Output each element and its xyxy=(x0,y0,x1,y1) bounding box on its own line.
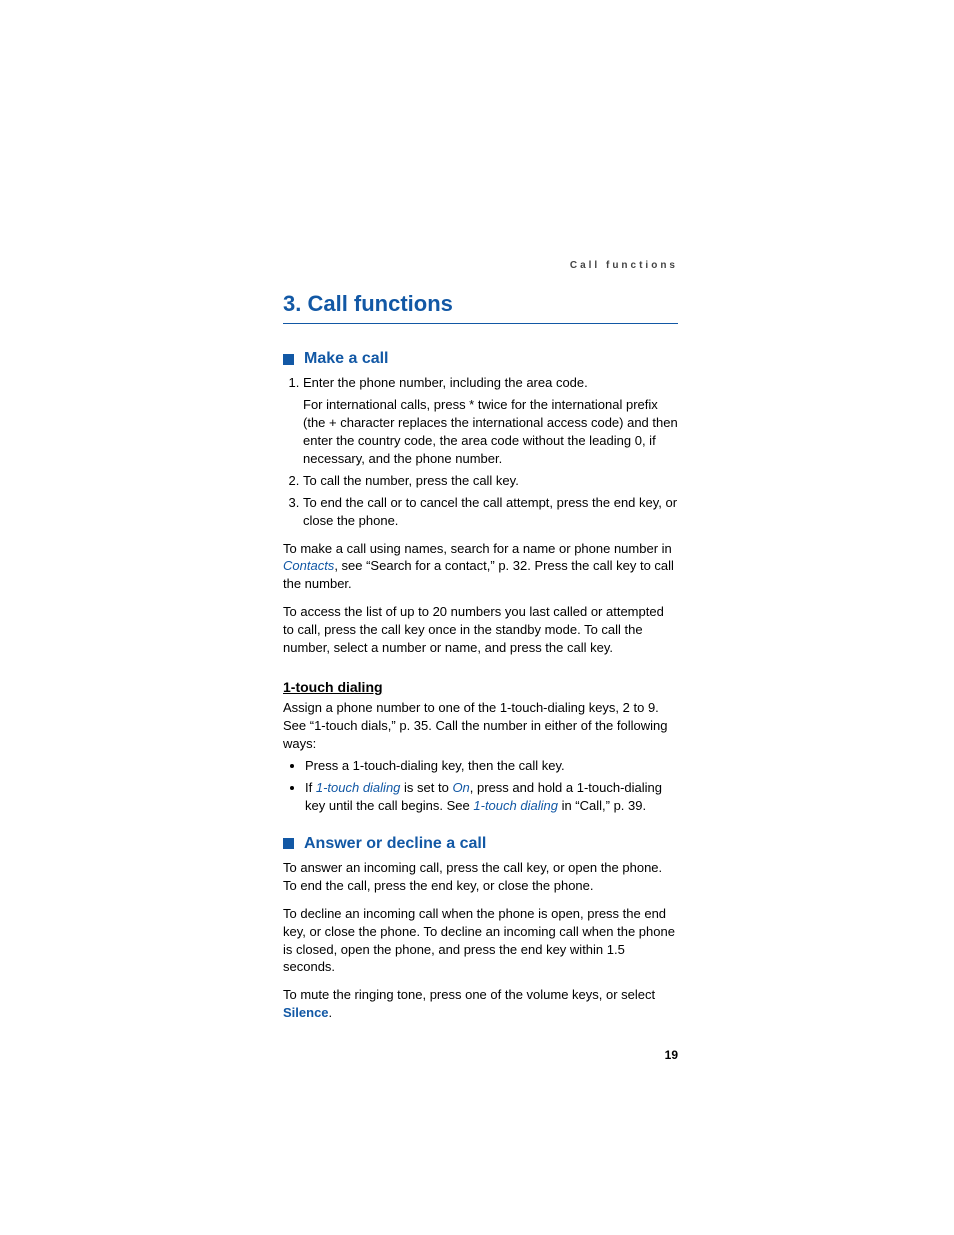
page-number: 19 xyxy=(665,1048,678,1062)
step-3: To end the call or to cancel the call at… xyxy=(303,494,678,530)
text-run: To mute the ringing tone, press one of t… xyxy=(283,987,655,1002)
text-run: is set to xyxy=(400,780,452,795)
link-1touch-dialing[interactable]: 1-touch dialing xyxy=(316,780,401,795)
subheading-1touch: 1-touch dialing xyxy=(283,679,678,695)
paragraph: To access the list of up to 20 numbers y… xyxy=(283,603,678,657)
section-make-a-call: Make a call Enter the phone number, incl… xyxy=(283,350,678,815)
step-2: To call the number, press the call key. xyxy=(303,472,678,490)
paragraph: To decline an incoming call when the pho… xyxy=(283,905,678,977)
step-note: For international calls, press * twice f… xyxy=(303,396,678,468)
step-text: To end the call or to cancel the call at… xyxy=(303,495,677,528)
section-heading: Answer or decline a call xyxy=(283,835,678,853)
square-bullet-icon xyxy=(283,838,294,849)
link-1touch-dialing-2[interactable]: 1-touch dialing xyxy=(473,798,558,813)
paragraph: To mute the ringing tone, press one of t… xyxy=(283,986,678,1022)
link-silence[interactable]: Silence xyxy=(283,1005,329,1020)
text-run: To make a call using names, search for a… xyxy=(283,541,672,556)
paragraph: To answer an incoming call, press the ca… xyxy=(283,859,678,895)
square-bullet-icon xyxy=(283,354,294,365)
text-run: in “Call,” p. 39. xyxy=(558,798,646,813)
document-page: Call functions 3. Call functions Make a … xyxy=(283,260,678,1022)
section-heading-text: Make a call xyxy=(304,350,389,368)
step-text: Enter the phone number, including the ar… xyxy=(303,375,588,390)
text-run: If xyxy=(305,780,316,795)
ordered-steps: Enter the phone number, including the ar… xyxy=(283,374,678,530)
chapter-title: 3. Call functions xyxy=(283,291,678,324)
list-item: If 1-touch dialing is set to On, press a… xyxy=(305,779,678,815)
bullet-list: Press a 1-touch-dialing key, then the ca… xyxy=(283,757,678,815)
paragraph: To make a call using names, search for a… xyxy=(283,540,678,594)
running-header: Call functions xyxy=(283,260,678,271)
section-heading-text: Answer or decline a call xyxy=(304,835,486,853)
list-item: Press a 1-touch-dialing key, then the ca… xyxy=(305,757,678,775)
text-run: Press a 1-touch-dialing key, then the ca… xyxy=(305,758,565,773)
section-answer-decline: Answer or decline a call To answer an in… xyxy=(283,835,678,1023)
text-run: , see “Search for a contact,” p. 32. Pre… xyxy=(283,558,674,591)
text-run: . xyxy=(329,1005,333,1020)
paragraph: Assign a phone number to one of the 1-to… xyxy=(283,699,678,753)
step-text: To call the number, press the call key. xyxy=(303,473,519,488)
section-heading: Make a call xyxy=(283,350,678,368)
link-on[interactable]: On xyxy=(452,780,469,795)
link-contacts[interactable]: Contacts xyxy=(283,558,334,573)
step-1: Enter the phone number, including the ar… xyxy=(303,374,678,468)
